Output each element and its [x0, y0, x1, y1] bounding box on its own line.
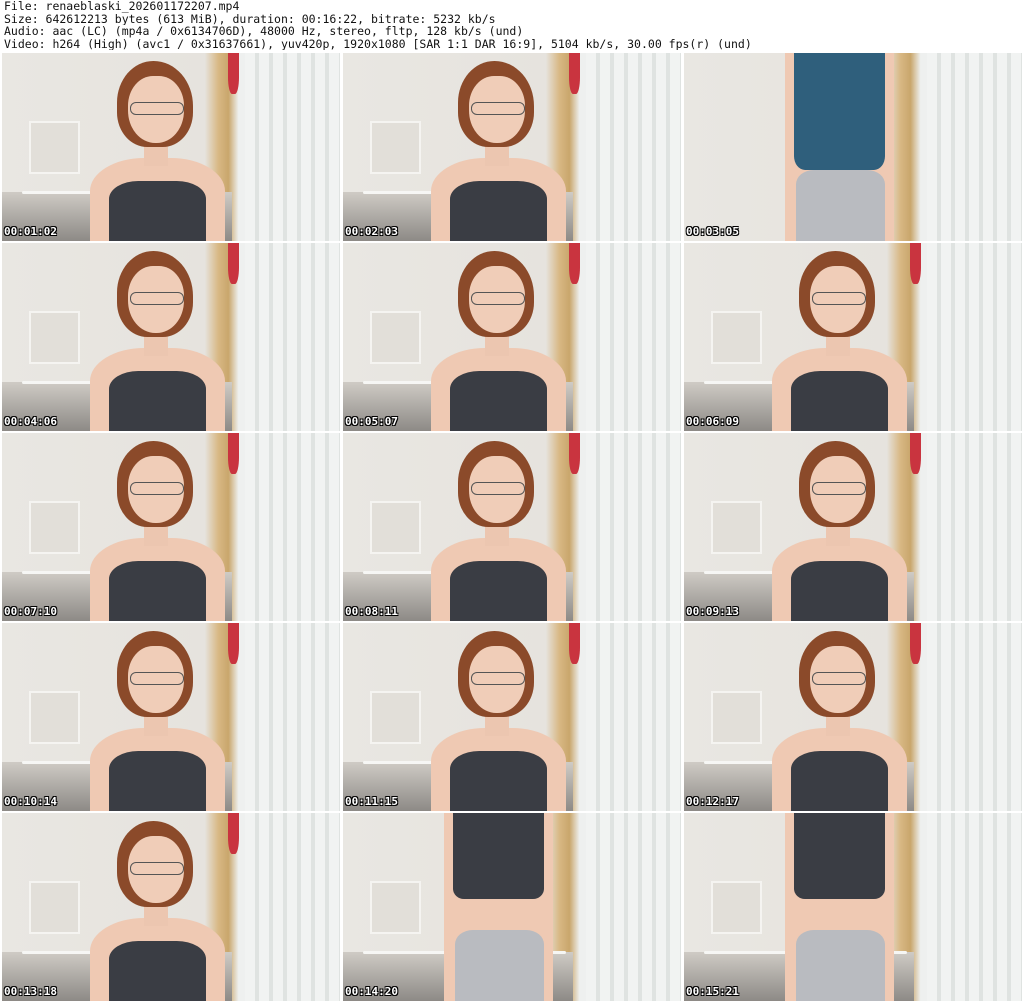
video-thumbnail: 00:01:02: [2, 53, 340, 241]
video-thumbnail: 00:08:11: [343, 433, 681, 621]
person-figure: [89, 813, 226, 1001]
file-name-line: File: renaeblaski_202601172207.mp4: [4, 0, 240, 13]
video-thumbnail: 00:14:20: [343, 813, 681, 1001]
audio-info-line: Audio: aac (LC) (mp4a / 0x6134706D), 480…: [4, 25, 524, 38]
person-figure: [771, 623, 908, 811]
thumbnail-grid: 00:01:02 00:02:03 00:03:05 00:04:06 00:0…: [2, 53, 1022, 1001]
person-figure: [89, 433, 226, 621]
video-thumbnail: 00:04:06: [2, 243, 340, 431]
person-figure: [89, 243, 226, 431]
video-thumbnail: 00:06:09: [684, 243, 1022, 431]
thumbnail-timestamp: 00:10:14: [4, 795, 57, 808]
thumbnail-timestamp: 00:07:10: [4, 605, 57, 618]
thumbnail-timestamp: 00:12:17: [686, 795, 739, 808]
person-figure: [89, 53, 226, 241]
video-thumbnail: 00:07:10: [2, 433, 340, 621]
video-thumbnail: 00:15:21: [684, 813, 1022, 1001]
video-thumbnail: 00:12:17: [684, 623, 1022, 811]
thumbnail-timestamp: 00:05:07: [345, 415, 398, 428]
thumbnail-timestamp: 00:13:18: [4, 985, 57, 998]
person-figure: [430, 243, 567, 431]
person-figure: [772, 813, 907, 1001]
file-size-line: Size: 642612213 bytes (613 MiB), duratio…: [4, 12, 496, 25]
video-thumbnail: 00:11:15: [343, 623, 681, 811]
video-info-line: Video: h264 (High) (avc1 / 0x31637661), …: [4, 37, 752, 50]
video-thumbnail: 00:05:07: [343, 243, 681, 431]
thumbnail-timestamp: 00:06:09: [686, 415, 739, 428]
thumbnail-timestamp: 00:02:03: [345, 225, 398, 238]
thumbnail-timestamp: 00:09:13: [686, 605, 739, 618]
thumbnail-timestamp: 00:04:06: [4, 415, 57, 428]
person-figure: [430, 623, 567, 811]
video-thumbnail: 00:09:13: [684, 433, 1022, 621]
video-thumbnail: 00:13:18: [2, 813, 340, 1001]
person-figure: [772, 53, 907, 241]
person-figure: [89, 623, 226, 811]
thumbnail-timestamp: 00:03:05: [686, 225, 739, 238]
person-figure: [431, 813, 566, 1001]
person-figure: [771, 433, 908, 621]
thumbnail-timestamp: 00:01:02: [4, 225, 57, 238]
video-thumbnail: 00:02:03: [343, 53, 681, 241]
thumbnail-timestamp: 00:14:20: [345, 985, 398, 998]
thumbnail-timestamp: 00:11:15: [345, 795, 398, 808]
video-thumbnail: 00:10:14: [2, 623, 340, 811]
person-figure: [430, 53, 567, 241]
thumbnail-timestamp: 00:15:21: [686, 985, 739, 998]
thumbnail-timestamp: 00:08:11: [345, 605, 398, 618]
person-figure: [771, 243, 908, 431]
video-thumbnail: 00:03:05: [684, 53, 1022, 241]
file-info-header: File: renaeblaski_202601172207.mp4 Size:…: [4, 0, 1020, 52]
person-figure: [430, 433, 567, 621]
